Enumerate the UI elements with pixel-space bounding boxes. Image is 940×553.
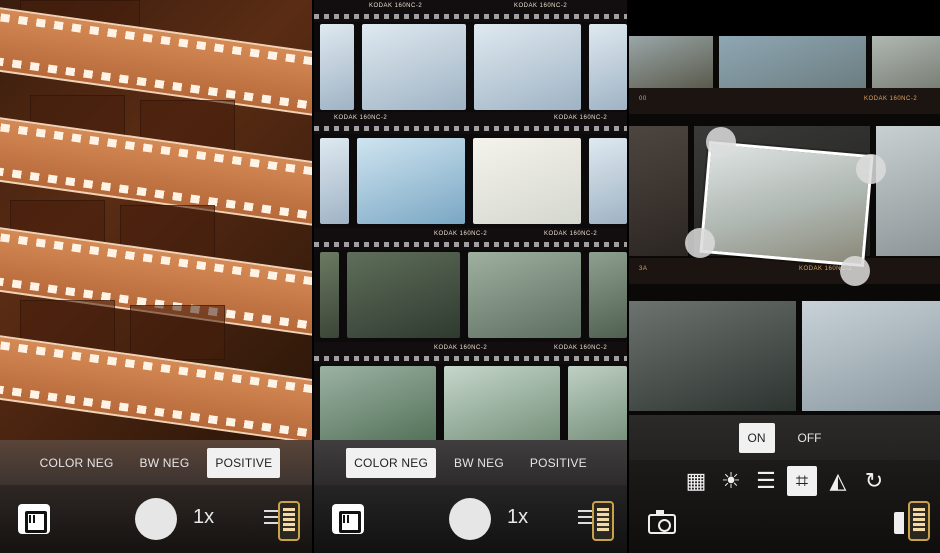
shutter-button[interactable] <box>135 498 177 540</box>
mode-color-neg[interactable]: COLOR NEG <box>346 447 436 478</box>
camera-viewfinder <box>0 0 312 440</box>
film-frame <box>588 138 627 224</box>
film-roll-icon[interactable]: ▦ <box>681 466 711 496</box>
film-row <box>314 138 627 230</box>
film-frame <box>802 301 940 411</box>
mode-bw-neg[interactable]: BW NEG <box>131 448 197 478</box>
film-frame <box>347 252 460 338</box>
edit-tools-bar <box>629 460 940 553</box>
film-frame <box>320 24 355 110</box>
shutter-button[interactable] <box>449 498 491 540</box>
crop-handle-top-right[interactable] <box>856 154 886 184</box>
toggle-on[interactable]: ON <box>738 422 775 453</box>
film-edge-band: 3A KODAK 160NC-2 <box>629 258 940 284</box>
zoom-level[interactable]: 1x <box>507 506 528 529</box>
film-frame <box>629 126 688 256</box>
film-roll-icon[interactable] <box>18 504 50 534</box>
zoom-level[interactable]: 1x <box>193 506 214 529</box>
film-frame <box>568 366 627 440</box>
film-frame <box>875 126 940 256</box>
film-frame <box>320 138 349 224</box>
film-frame <box>356 138 465 224</box>
film-row <box>314 366 627 440</box>
brightness-icon[interactable]: ☀ <box>716 466 746 496</box>
film-frame <box>467 252 581 338</box>
camera-viewfinder: KODAK 160NC-2 KODAK 160NC-2 KODAK 160NC-… <box>314 0 627 440</box>
crop-edit-screen: 00 KODAK 160NC-2 3A KODAK 160NC-2 ON OFF… <box>629 0 940 553</box>
film-frame <box>473 24 581 110</box>
film-edge-band: KODAK 160NC-2 KODAK 160NC-2 <box>314 0 627 22</box>
crop-handle-bottom-left[interactable] <box>685 228 715 258</box>
mode-positive[interactable]: POSITIVE <box>522 448 595 478</box>
film-edge-band: KODAK 160NC-2 KODAK 160NC-2 <box>314 342 627 364</box>
film-row <box>314 24 627 116</box>
status-bar-area <box>629 0 940 36</box>
film-row <box>629 36 940 88</box>
film-frame <box>362 24 466 110</box>
film-frame <box>320 366 436 440</box>
film-edge-band: KODAK 160NC-2 KODAK 160NC-2 <box>314 112 627 134</box>
film-roll-icon[interactable] <box>332 504 364 534</box>
adjust-sliders-icon[interactable]: ☰ <box>751 466 781 496</box>
crop-handle-bottom-right[interactable] <box>840 256 870 286</box>
mode-bw-neg[interactable]: BW NEG <box>446 448 512 478</box>
film-edge-band: 00 KODAK 160NC-2 <box>629 88 940 114</box>
crop-handle-top-left[interactable] <box>706 127 736 157</box>
camera-icon[interactable] <box>648 510 676 534</box>
phone-icon[interactable] <box>592 501 614 541</box>
film-row <box>629 301 940 411</box>
phone-icon[interactable] <box>908 501 930 541</box>
film-row <box>314 252 627 344</box>
color-neg-mode-screen: KODAK 160NC-2 KODAK 160NC-2 KODAK 160NC-… <box>314 0 627 553</box>
film-frame <box>588 252 627 338</box>
film-mode-selector: COLOR NEG BW NEG POSITIVE <box>314 440 627 485</box>
film-edge-band: KODAK 160NC-2 KODAK 160NC-2 <box>314 228 627 250</box>
flip-icon[interactable]: ◭ <box>823 466 853 496</box>
film-frame <box>472 138 581 224</box>
film-frame <box>320 252 340 338</box>
crop-selection[interactable] <box>699 141 874 267</box>
film-frame <box>629 301 797 411</box>
phone-icon[interactable] <box>278 501 300 541</box>
crop-icon[interactable]: ⌗ <box>787 466 817 496</box>
film-frame <box>444 366 560 440</box>
mode-positive[interactable]: POSITIVE <box>207 447 281 478</box>
crop-toggle: ON OFF <box>629 415 940 460</box>
positive-mode-screen: COLOR NEG BW NEG POSITIVE 1x <box>0 0 312 553</box>
film-frame <box>588 24 627 110</box>
film-roll-edge-icon <box>894 512 904 534</box>
mode-color-neg[interactable]: COLOR NEG <box>32 448 122 478</box>
film-frame <box>719 36 866 88</box>
film-frame <box>629 36 714 88</box>
film-frame <box>130 305 225 360</box>
rotate-icon[interactable]: ↻ <box>859 466 889 496</box>
film-mode-selector: COLOR NEG BW NEG POSITIVE <box>0 440 312 485</box>
toggle-off[interactable]: OFF <box>789 423 831 453</box>
film-frame <box>871 36 940 88</box>
